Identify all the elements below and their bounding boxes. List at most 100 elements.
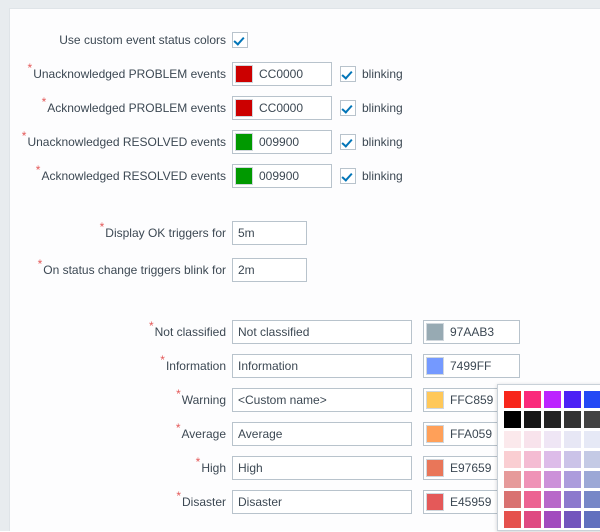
severity-name-input[interactable] [232, 490, 412, 514]
palette-swatch[interactable] [564, 411, 581, 428]
color-hex-value: 7499FF [450, 359, 492, 373]
color-swatch[interactable] [235, 99, 253, 117]
color-hex-value: 009900 [259, 135, 300, 149]
palette-swatch[interactable] [564, 391, 581, 408]
color-palette-popup[interactable] [497, 384, 600, 531]
palette-swatch[interactable] [564, 491, 581, 508]
color-input-severity[interactable]: 97AAB3 [423, 320, 520, 344]
palette-swatch[interactable] [524, 391, 541, 408]
color-swatch[interactable] [235, 167, 253, 185]
color-input-severity[interactable]: 7499FF [423, 354, 520, 378]
palette-swatch[interactable] [564, 511, 581, 528]
palette-swatch[interactable] [524, 411, 541, 428]
field-acknowledged-problem-color: CC0000 [232, 96, 332, 120]
color-swatch[interactable] [426, 459, 444, 477]
color-swatch[interactable] [426, 391, 444, 409]
use-custom-colors-checkbox-wrap[interactable] [232, 28, 248, 52]
palette-swatch[interactable] [564, 451, 581, 468]
field-severity-color-information: 7499FF [423, 354, 520, 378]
palette-swatch[interactable] [584, 451, 600, 468]
palette-swatch[interactable] [584, 491, 600, 508]
display-ok-triggers-input[interactable] [232, 221, 307, 245]
label-text: Warning [181, 393, 226, 407]
color-input-unacknowledged-resolved[interactable]: 009900 [232, 130, 332, 154]
palette-swatch[interactable] [524, 491, 541, 508]
blinking-group-acknowledged-problem: blinking [340, 96, 403, 120]
severity-name-input[interactable] [232, 320, 412, 344]
palette-swatch[interactable] [584, 471, 600, 488]
palette-swatch[interactable] [524, 511, 541, 528]
palette-swatch[interactable] [504, 431, 521, 448]
severity-name-input[interactable] [232, 354, 412, 378]
field-display-ok-triggers-for [232, 221, 307, 245]
color-swatch[interactable] [235, 133, 253, 151]
color-input-unacknowledged-problem[interactable]: CC0000 [232, 62, 332, 86]
required-marker: * [35, 163, 41, 177]
palette-swatch[interactable] [504, 471, 521, 488]
blinking-checkbox-wrap[interactable]: blinking [340, 164, 403, 188]
label-text: Acknowledged RESOLVED events [41, 169, 226, 183]
row-unacknowledged-problem-events: *Unacknowledged PROBLEM events CC0000 bl… [10, 62, 600, 86]
blinking-checkbox-wrap[interactable]: blinking [340, 62, 403, 86]
palette-swatch[interactable] [544, 411, 561, 428]
color-input-acknowledged-resolved[interactable]: 009900 [232, 164, 332, 188]
palette-swatch[interactable] [504, 451, 521, 468]
color-hex-value: CC0000 [259, 67, 304, 81]
use-custom-colors-checkbox[interactable] [232, 32, 248, 48]
color-input-acknowledged-problem[interactable]: CC0000 [232, 96, 332, 120]
color-swatch[interactable] [235, 65, 253, 83]
blinking-checkbox[interactable] [340, 134, 356, 150]
required-marker: * [37, 257, 43, 271]
color-swatch[interactable] [426, 357, 444, 375]
label-text: Information [165, 359, 226, 373]
row-severity-not-classified: *Not classified 97AAB3 [10, 320, 600, 344]
label-unacknowledged-resolved-events: *Unacknowledged RESOLVED events [10, 130, 226, 154]
blinking-checkbox[interactable] [340, 168, 356, 184]
row-severity-information: *Information 7499FF [10, 354, 600, 378]
field-acknowledged-resolved-color: 009900 [232, 164, 332, 188]
palette-swatch[interactable] [564, 471, 581, 488]
label-text: Average [181, 427, 226, 441]
palette-swatch[interactable] [584, 511, 600, 528]
field-unacknowledged-resolved-color: 009900 [232, 130, 332, 154]
label-text: Display OK triggers for [105, 226, 226, 240]
blinking-group-acknowledged-resolved: blinking [340, 164, 403, 188]
blinking-checkbox[interactable] [340, 66, 356, 82]
palette-row [504, 491, 600, 508]
palette-swatch[interactable] [544, 511, 561, 528]
required-marker: * [148, 319, 154, 333]
blinking-checkbox-wrap[interactable]: blinking [340, 96, 403, 120]
row-use-custom-event-status-colors: Use custom event status colors [10, 28, 600, 52]
label-text: On status change triggers blink for [43, 263, 226, 277]
palette-swatch[interactable] [504, 491, 521, 508]
palette-swatch[interactable] [504, 511, 521, 528]
blinking-checkbox-wrap[interactable]: blinking [340, 130, 403, 154]
label-severity-information: *Information [10, 354, 226, 378]
palette-swatch[interactable] [544, 431, 561, 448]
palette-swatch[interactable] [524, 451, 541, 468]
palette-swatch[interactable] [524, 431, 541, 448]
required-marker: * [41, 95, 47, 109]
label-severity-warning: *Warning [10, 388, 226, 412]
status-change-blink-input[interactable] [232, 258, 307, 282]
severity-name-input[interactable] [232, 422, 412, 446]
palette-row [504, 451, 600, 468]
palette-swatch[interactable] [524, 471, 541, 488]
palette-swatch[interactable] [544, 391, 561, 408]
severity-name-input[interactable] [232, 388, 412, 412]
palette-swatch[interactable] [584, 411, 600, 428]
palette-swatch[interactable] [564, 431, 581, 448]
palette-swatch[interactable] [584, 391, 600, 408]
palette-swatch[interactable] [544, 491, 561, 508]
palette-swatch[interactable] [544, 471, 561, 488]
palette-swatch[interactable] [584, 431, 600, 448]
severity-name-input[interactable] [232, 456, 412, 480]
palette-swatch[interactable] [504, 391, 521, 408]
palette-swatch[interactable] [504, 411, 521, 428]
palette-swatch[interactable] [544, 451, 561, 468]
color-swatch[interactable] [426, 323, 444, 341]
color-swatch[interactable] [426, 425, 444, 443]
color-swatch[interactable] [426, 493, 444, 511]
blinking-checkbox[interactable] [340, 100, 356, 116]
color-hex-value: E97659 [450, 461, 492, 475]
